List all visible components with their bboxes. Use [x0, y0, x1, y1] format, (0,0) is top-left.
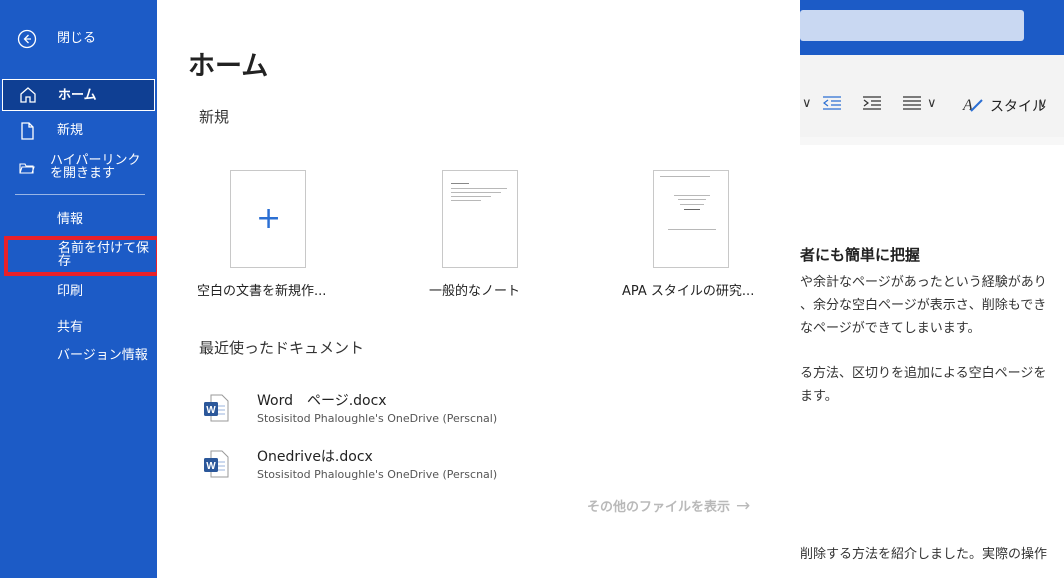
- thumb-line: [660, 176, 710, 177]
- sidebar-item-home[interactable]: ホーム: [2, 79, 155, 111]
- template-label: 一般的なノート: [429, 284, 521, 299]
- word-document-icon: W: [203, 394, 229, 422]
- thumb-line: [680, 204, 704, 205]
- svg-text:W: W: [206, 405, 216, 416]
- sidebar-item-save-as[interactable]: 名前を付けて保存: [4, 236, 160, 276]
- decrease-indent-icon[interactable]: [822, 96, 842, 114]
- search-box[interactable]: [800, 10, 1024, 41]
- sidebar-item-label: バージョン情報: [57, 348, 148, 363]
- recent-file-name: Onedriveは.docx: [257, 449, 373, 465]
- document-body: 者にも簡単に把握 や余計なページがあったという経験があり 、余分な空白ページが表…: [800, 145, 1064, 578]
- document-text-line: なページができてしまいます。: [800, 321, 981, 336]
- recent-section-heading: 最近使ったドキュメント: [199, 339, 365, 357]
- sidebar-item-info[interactable]: 情報: [0, 208, 157, 232]
- sidebar-item-print[interactable]: 印刷: [0, 280, 157, 304]
- word-document-background: ∨ ∨ A スタイル ∨ 者にも簡単に把握 や余計なページがあったという経験があ…: [800, 0, 1064, 578]
- recent-file-item[interactable]: W Word ページ.docx Stosisitod Phaloughle's …: [199, 390, 759, 430]
- chevron-down-icon[interactable]: ∨: [927, 96, 937, 111]
- sidebar-item-label: 共有: [57, 320, 84, 335]
- increase-indent-icon[interactable]: [862, 96, 882, 114]
- thumb-line: [451, 183, 469, 184]
- word-title-bar: [800, 0, 1064, 55]
- thumb-line: [674, 195, 710, 196]
- backstage-home-pane: ホーム 新規 + 空白の文書を新規作... 一般的なノート APA スタイルの研…: [157, 0, 800, 578]
- styles-icon[interactable]: A: [962, 94, 984, 118]
- arrow-right-icon: →: [736, 496, 751, 516]
- sidebar-item-label: ハイパーリンクを開きます: [50, 153, 141, 181]
- document-text-line: 削除する方法を紹介しました。実際の操作: [800, 547, 1048, 562]
- chevron-down-icon[interactable]: ∨: [1038, 96, 1048, 111]
- thumb-line: [451, 200, 481, 201]
- thumb-line: [451, 192, 501, 193]
- folder-open-icon: [17, 158, 37, 178]
- document-heading: 者にも簡単に把握: [800, 246, 921, 264]
- new-document-icon: [17, 121, 37, 141]
- page-title: ホーム: [188, 51, 269, 82]
- line-spacing-icon[interactable]: [902, 96, 922, 114]
- sidebar-item-about[interactable]: バージョン情報: [0, 345, 157, 379]
- sidebar-item-label: ホーム: [58, 88, 97, 103]
- back-arrow-icon: [17, 29, 37, 49]
- home-icon: [18, 85, 38, 105]
- more-files-label: その他のファイルを表示: [587, 500, 731, 515]
- template-thumbnail: +: [230, 170, 306, 268]
- thumb-line: [451, 196, 491, 197]
- sidebar-item-label: 情報: [57, 212, 84, 227]
- thumb-line: [668, 229, 716, 230]
- template-label: 空白の文書を新規作...: [197, 284, 327, 299]
- backstage-sidebar: 閉じる ホーム 新規 ハイパーリンクを開きます 情報 名前を付けて保存 印刷 共…: [0, 0, 160, 578]
- chevron-down-icon[interactable]: ∨: [802, 96, 812, 111]
- close-label: 閉じる: [57, 31, 97, 46]
- document-text-line: る方法、区切りを追加による空白ページを: [800, 366, 1047, 381]
- svg-text:A: A: [962, 97, 973, 114]
- sidebar-item-open-hyperlink[interactable]: ハイパーリンクを開きます: [0, 150, 157, 186]
- document-text-line: 、余分な空白ページが表示さ、削除もでき: [800, 298, 1047, 313]
- sidebar-item-label: 名前を付けて保存: [58, 241, 150, 269]
- svg-text:W: W: [206, 461, 216, 472]
- word-document-icon: W: [203, 450, 229, 478]
- thumb-line: [684, 209, 700, 210]
- sidebar-item-label: 新規: [57, 123, 84, 138]
- template-label: APA スタイルの研究...: [622, 284, 755, 299]
- document-text-line: や余計なページがあったという経験があり: [800, 275, 1047, 290]
- recent-file-item[interactable]: W Onedriveは.docx Stosisitod Phaloughle's…: [199, 446, 759, 486]
- thumb-line: [678, 199, 706, 200]
- template-thumbnail: [442, 170, 518, 268]
- recent-file-location: Stosisitod Phaloughle's OneDrive (Perscn…: [257, 468, 498, 481]
- close-button[interactable]: 閉じる: [0, 24, 157, 54]
- sidebar-divider: [15, 194, 145, 195]
- thumb-line: [451, 188, 507, 189]
- template-thumbnail: [653, 170, 729, 268]
- recent-file-location: Stosisitod Phaloughle's OneDrive (Perscn…: [257, 412, 498, 425]
- plus-icon: +: [256, 201, 282, 236]
- recent-file-name: Word ページ.docx: [257, 393, 387, 409]
- new-section-heading: 新規: [199, 108, 230, 126]
- sidebar-item-share[interactable]: 共有: [0, 316, 157, 340]
- sidebar-item-new[interactable]: 新規: [0, 118, 157, 144]
- sidebar-item-label: 印刷: [57, 284, 84, 299]
- document-text-line: ます。: [800, 389, 838, 404]
- more-files-link[interactable]: その他のファイルを表示 →: [587, 496, 750, 516]
